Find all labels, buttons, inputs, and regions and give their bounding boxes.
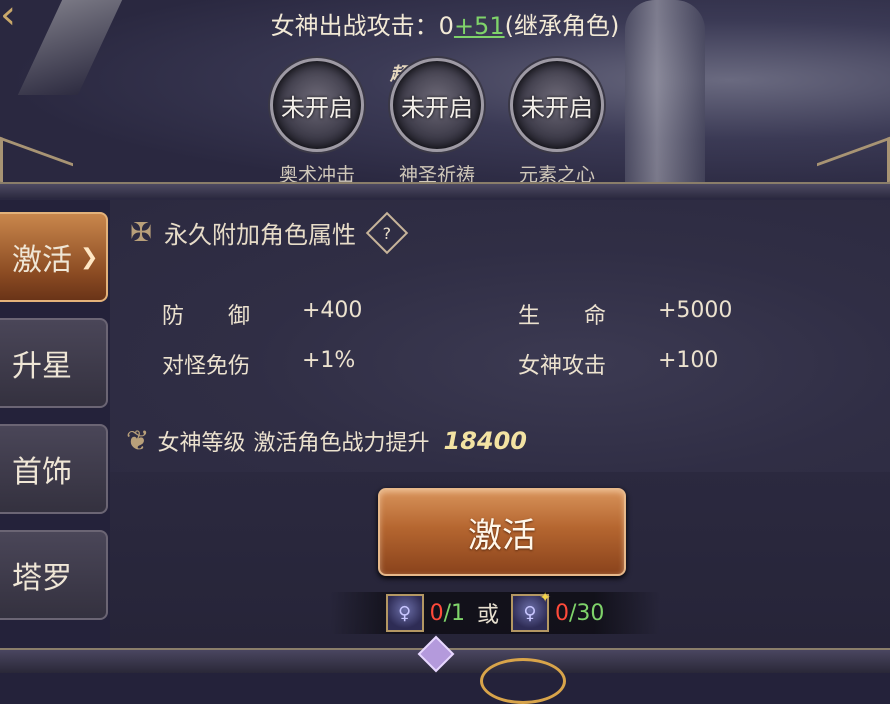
attributes-header: ✠ 永久附加角色属性 ? [126, 211, 409, 254]
cost-count-2: 0/30 [555, 601, 604, 626]
stat-label: 对怪免伤 [162, 354, 251, 379]
tab-star-up[interactable]: 升星 [0, 318, 108, 408]
skill-status: 未开启 [401, 93, 473, 122]
stat-label: 女神攻击 [518, 354, 607, 379]
tab-label: 升星 [12, 349, 72, 384]
orb-ornament [480, 658, 566, 704]
help-mark: ? [382, 223, 392, 242]
level-label: 女神等级 [157, 430, 246, 456]
goddess-fragment-avatar[interactable]: ♀ ✦ [511, 590, 551, 632]
cost-have: 0 [429, 600, 444, 626]
emblem-icon: ✠ [130, 217, 152, 248]
stat-value: +400 [302, 298, 363, 323]
attack-bonus[interactable]: +51 [454, 12, 505, 40]
tab-tarot[interactable]: 塔罗 [0, 530, 108, 620]
stat-value: +5000 [658, 298, 733, 323]
cost-row: ♀ 0/1 或 ♀ ✦ 0/30 [330, 590, 660, 634]
attributes-title: 永久附加角色属性 [164, 221, 356, 249]
stat-label: 防 御 [162, 304, 251, 329]
skill-status: 未开启 [521, 93, 593, 122]
goddess-attack-line: 女神出战攻击：0+51(继承角色) [0, 6, 890, 41]
power-value: 18400 [443, 426, 528, 455]
level-desc: 激活角色战力提升 [253, 430, 430, 456]
activate-button[interactable]: 激活 [378, 488, 626, 576]
stat-value: +1% [302, 348, 356, 373]
chevron-right-icon: ❯ [80, 244, 99, 270]
tab-label: 激活 [12, 243, 72, 278]
star-badge-icon: ✦ [539, 590, 552, 606]
goddess-card-avatar[interactable]: ♀ [385, 594, 424, 632]
tab-jewelry[interactable]: 首饰 [0, 424, 108, 514]
frame-divider [0, 182, 890, 198]
goddess-level-line: ❦ 女神等级 激活角色战力提升 18400 [126, 424, 527, 457]
tab-label: 塔罗 [12, 561, 72, 596]
attack-label: 女神出战攻击： [270, 12, 439, 40]
stat-label: 生 命 [518, 304, 607, 329]
attack-base: 0 [438, 12, 454, 40]
tab-label: 首饰 [12, 455, 72, 490]
skill-slot-arcane-strike[interactable]: 未开启 [270, 58, 364, 152]
wing-icon: ❦ [126, 424, 150, 457]
cost-need: /1 [443, 600, 465, 626]
stat-value: +100 [658, 348, 719, 373]
skill-slot-element-heart[interactable]: 未开启 [510, 58, 604, 152]
attack-note: (继承角色) [504, 12, 620, 40]
skill-status: 未开启 [281, 93, 353, 122]
or-text: 或 [477, 603, 500, 628]
cost-count-1: 0/1 [430, 601, 465, 626]
help-diamond-icon[interactable]: ? [365, 211, 409, 254]
cost-have: 0 [555, 600, 570, 626]
tab-activate[interactable]: 激活 ❯ [0, 212, 108, 302]
cost-need: /30 [569, 600, 605, 626]
skill-slot-holy-prayer[interactable]: 未开启 [390, 58, 484, 152]
